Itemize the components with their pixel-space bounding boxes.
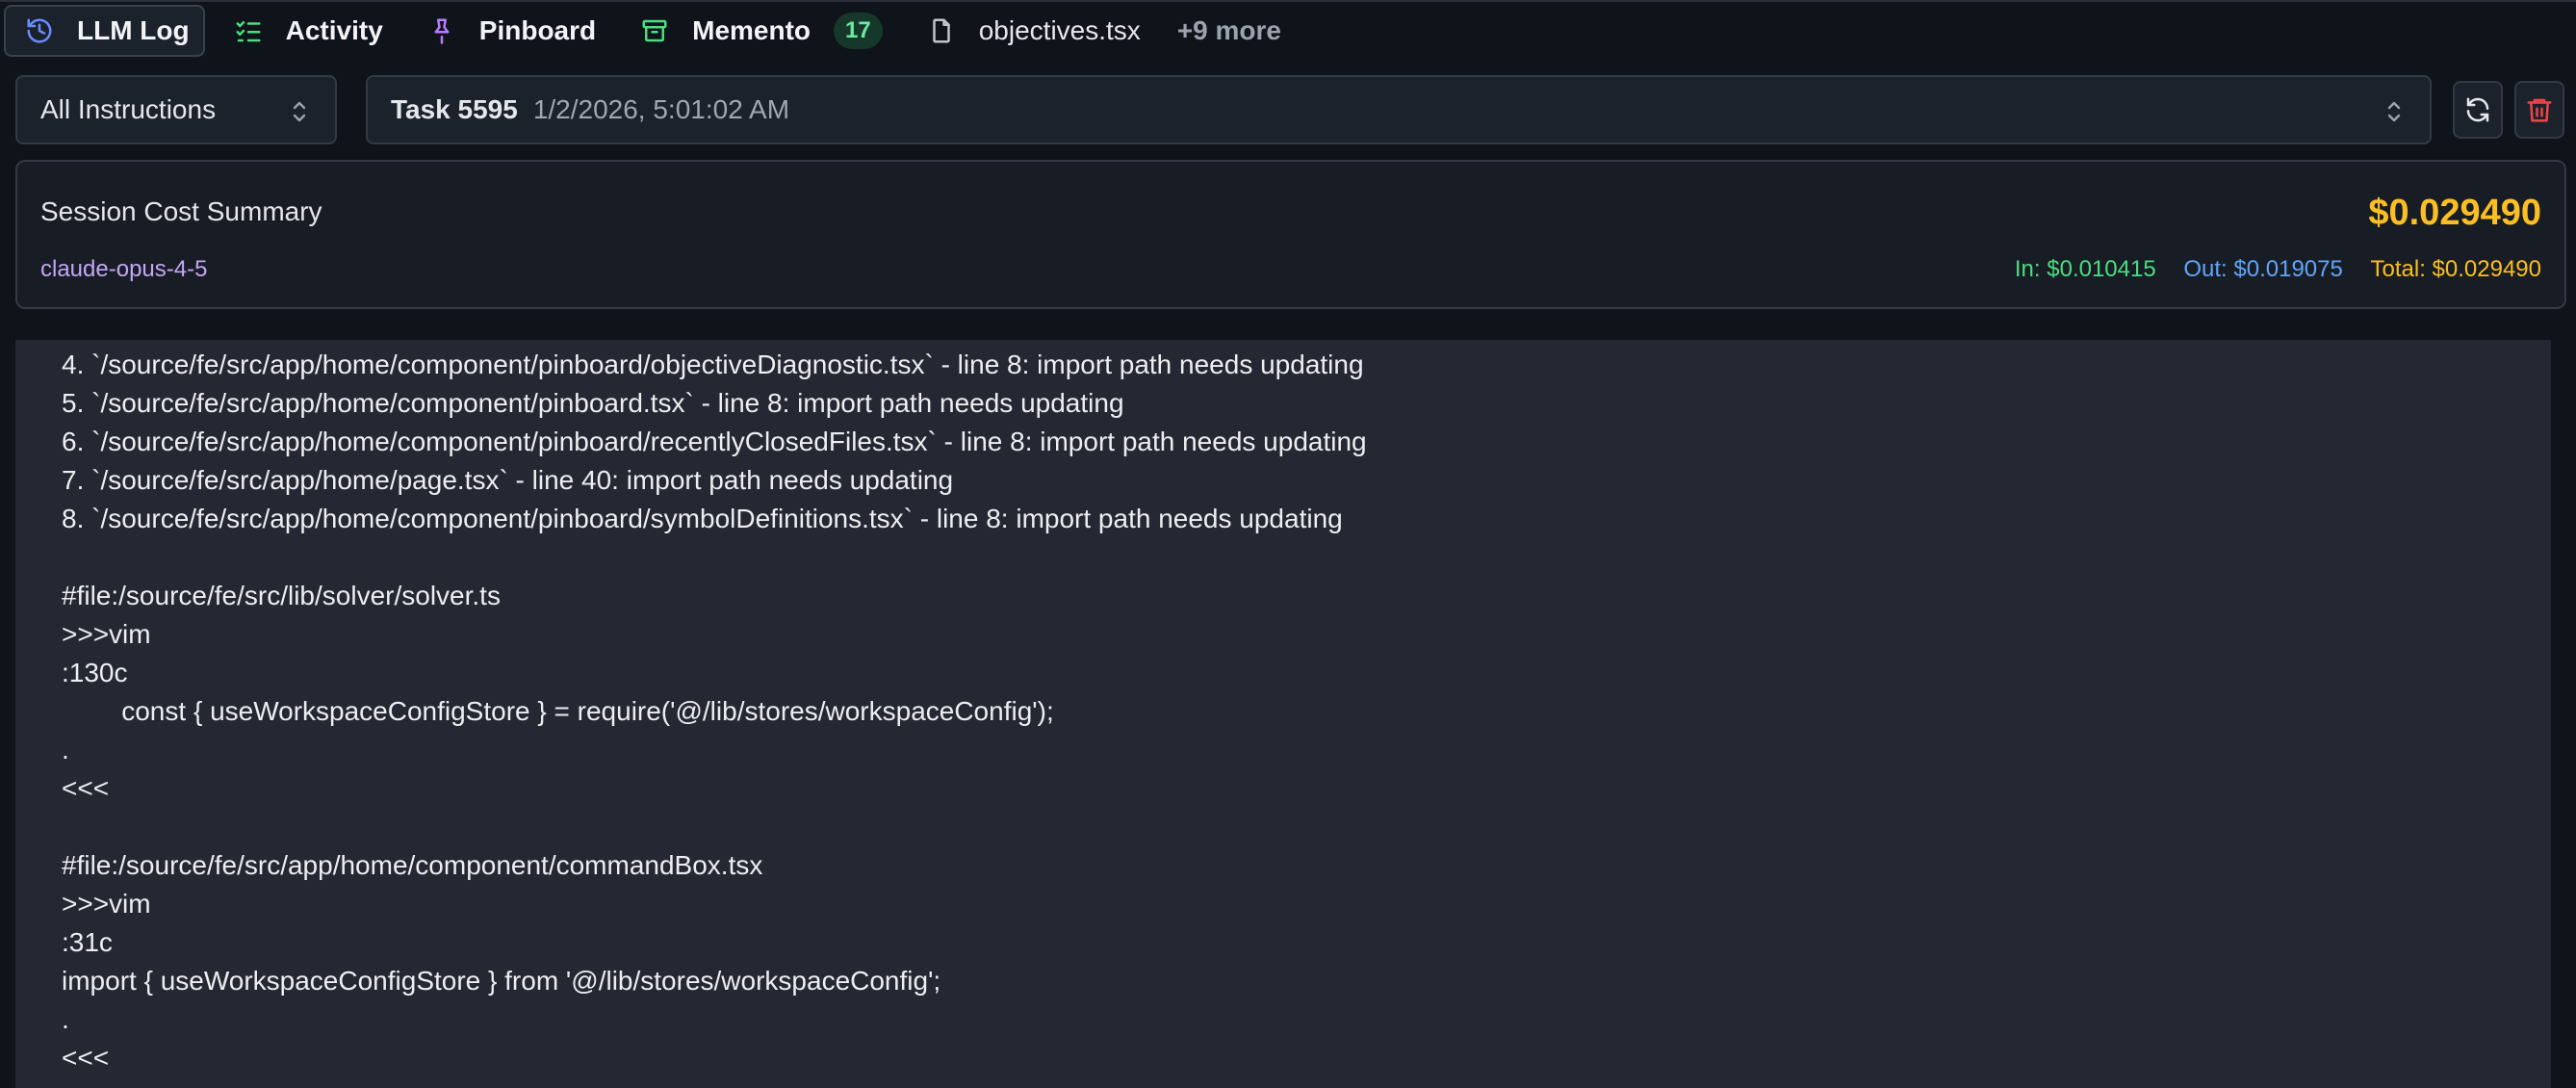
tab-pinboard[interactable]: Pinboard xyxy=(406,5,611,57)
task-date: 1/2/2026, 5:01:02 AM xyxy=(532,94,790,124)
log-line: #file:/source/fe/src/app/home/component/… xyxy=(62,850,763,880)
session-cost-summary: Session Cost Summary claude-opus-4-5 $0.… xyxy=(15,160,2566,309)
refresh-icon xyxy=(2466,97,2489,122)
count-badge: 17 xyxy=(834,13,883,49)
tab-objectives-file[interactable]: objectives.tsx xyxy=(906,5,1156,57)
instruction-filter-select[interactable]: All Instructions xyxy=(15,75,337,144)
tab-llm-log[interactable]: LLM Log xyxy=(4,5,205,57)
log-line: 5. `/source/fe/src/app/home/component/pi… xyxy=(62,388,1124,418)
log-line: 4. `/source/fe/src/app/home/component/pi… xyxy=(62,350,1364,379)
total-cost: $0.029490 xyxy=(2368,193,2541,233)
log-content[interactable]: 4. `/source/fe/src/app/home/component/pi… xyxy=(15,340,2551,1088)
summary-title: Session Cost Summary xyxy=(40,196,322,226)
delete-button[interactable] xyxy=(2514,81,2564,139)
tab-label: LLM Log xyxy=(77,15,190,45)
chevron-up-down-icon xyxy=(293,101,306,122)
toolbar: All Instructions Task 5595 1/2/2026, 5:0… xyxy=(15,75,2566,144)
model-name: claude-opus-4-5 xyxy=(40,256,208,282)
tab-activity[interactable]: Activity xyxy=(213,5,399,57)
log-line: 7. `/source/fe/src/app/home/page.tsx` - … xyxy=(62,465,954,495)
log-line: >>>vim xyxy=(62,619,151,649)
tab-label: Activity xyxy=(285,15,383,45)
total-cost-small: Total: $0.029490 xyxy=(2370,256,2541,282)
log-line: 6. `/source/fe/src/app/home/component/pi… xyxy=(62,427,1367,456)
history-icon xyxy=(25,16,54,45)
log-line: . xyxy=(62,1004,69,1034)
log-line: #file:/source/fe/src/lib/solver/solver.t… xyxy=(62,581,501,610)
log-line: . xyxy=(62,735,69,764)
log-line: >>>vim xyxy=(62,889,151,919)
log-line: <<< xyxy=(62,1043,110,1073)
task-select[interactable]: Task 5595 1/2/2026, 5:01:02 AM xyxy=(366,75,2432,144)
refresh-button[interactable] xyxy=(2453,81,2503,139)
log-line: 8. `/source/fe/src/app/home/component/pi… xyxy=(62,504,1343,533)
trash-icon xyxy=(2527,98,2552,122)
pin-icon xyxy=(427,16,456,45)
log-line: <<< xyxy=(62,773,110,803)
tab-label: Memento xyxy=(692,15,811,45)
output-cost: Out: $0.019075 xyxy=(2183,256,2343,282)
log-line: const { useWorkspaceConfigStore } = requ… xyxy=(62,696,1054,726)
tab-bar: LLM Log Activity Pinboard Memento 17 obj… xyxy=(0,0,2576,60)
file-icon xyxy=(927,16,956,45)
log-line: :130c xyxy=(62,658,128,687)
tab-label: objectives.tsx xyxy=(978,15,1141,45)
instruction-filter-value: All Instructions xyxy=(40,94,217,124)
chevron-up-down-icon xyxy=(2387,101,2401,122)
log-line: import { useWorkspaceConfigStore } from … xyxy=(62,966,941,996)
log-line: :31c xyxy=(62,927,113,957)
tab-label: Pinboard xyxy=(478,15,597,45)
scrollbar[interactable] xyxy=(2566,340,2576,1088)
task-name: Task 5595 xyxy=(391,94,518,124)
archive-icon xyxy=(640,16,669,45)
cost-breakdown: In: $0.010415 Out: $0.019075 Total: $0.0… xyxy=(1994,256,2541,283)
checklist-icon xyxy=(234,16,263,45)
input-cost: In: $0.010415 xyxy=(2014,256,2156,282)
tab-memento[interactable]: Memento 17 xyxy=(619,5,898,57)
more-tabs-button[interactable]: +9 more xyxy=(1177,15,1281,46)
